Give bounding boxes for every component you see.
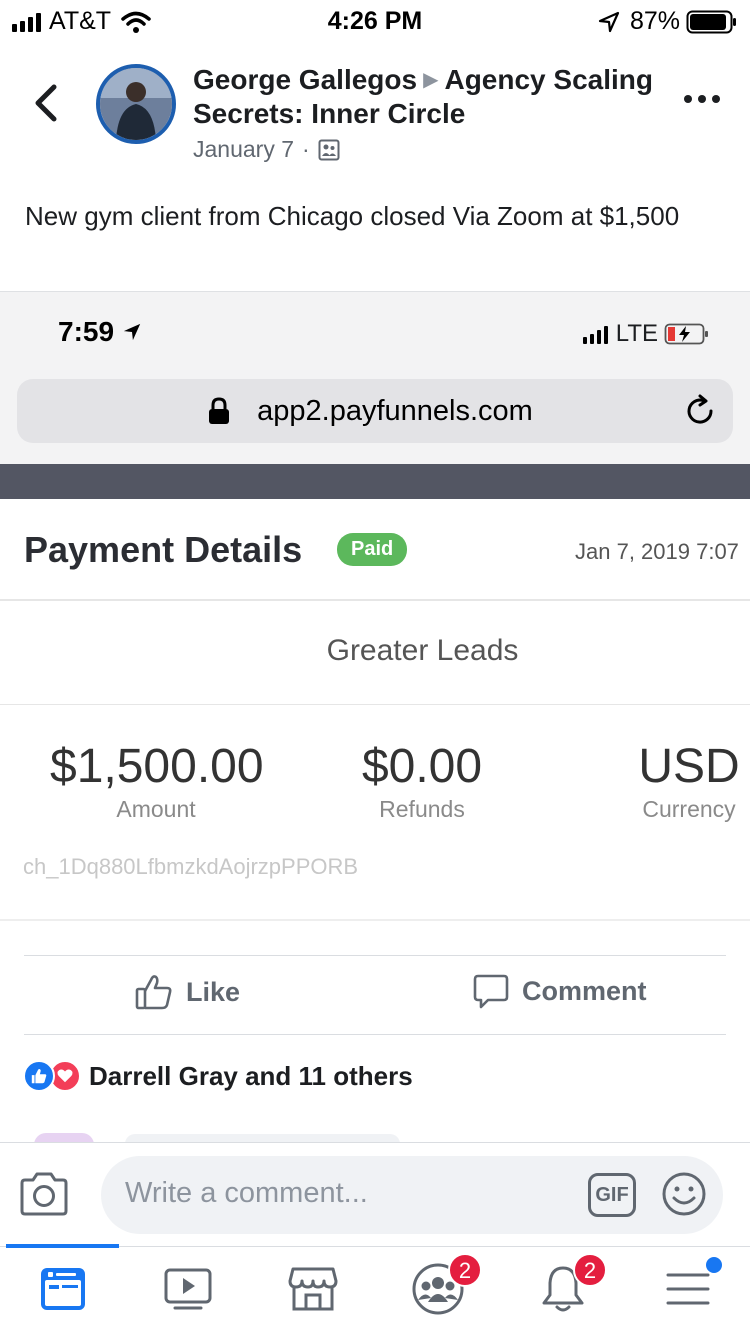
- charge-id: ch_1Dq880LfbmzkdAojrzpPPORB: [23, 854, 359, 879]
- image-url-bar: app2.payfunnels.com: [17, 379, 733, 443]
- notifications-badge: 2: [573, 1253, 607, 1287]
- video-icon: [164, 1268, 212, 1310]
- divider: [0, 599, 750, 601]
- location-arrow-icon: [123, 323, 141, 341]
- divider: [0, 704, 750, 705]
- currency-value: USD: [638, 740, 740, 793]
- post-header: George Gallegos ▶ Agency Scaling Secrets: …: [0, 55, 750, 175]
- post-meta: January 7 ·: [193, 136, 340, 163]
- refunds-value: $0.00: [361, 740, 483, 793]
- nav-menu[interactable]: [658, 1257, 722, 1319]
- image-status-time: 7:59: [58, 316, 142, 348]
- amount-label: Amount: [116, 796, 196, 822]
- signal-icon: [582, 324, 608, 344]
- post-image[interactable]: 7:59 LTE app2.payfunnels.com Payment Det…: [0, 291, 750, 934]
- location-arrow-icon: [598, 11, 620, 32]
- shop-icon: [288, 1267, 338, 1311]
- refunds-stat: $0.00 Refunds: [352, 739, 492, 823]
- network-label: LTE: [615, 320, 658, 347]
- payment-title: Payment Details: [24, 529, 303, 570]
- paid-badge: Paid: [337, 533, 408, 566]
- back-chevron-icon[interactable]: [30, 83, 64, 123]
- battery-charging-icon: [664, 323, 708, 345]
- nav-groups[interactable]: 2: [408, 1253, 482, 1319]
- nav-marketplace[interactable]: [283, 1259, 343, 1319]
- image-url-text: app2.payfunnels.com: [257, 395, 533, 427]
- groups-badge: 2: [448, 1253, 482, 1287]
- bottom-nav: 2 2: [0, 1244, 750, 1334]
- reactions-text: Darrell Gray and 11 others: [89, 1060, 413, 1091]
- comment-composer: Write a comment... GIF: [0, 1142, 750, 1246]
- nav-notifications[interactable]: 2: [533, 1253, 607, 1319]
- battery-icon: [686, 10, 736, 33]
- comment-button[interactable]: Comment: [472, 972, 647, 1010]
- like-button[interactable]: Like: [134, 972, 240, 1012]
- payment-date: Jan 7, 2019 7:07: [575, 539, 739, 564]
- reload-icon: [687, 394, 713, 424]
- refunds-label: Refunds: [379, 796, 465, 822]
- divider: [0, 919, 750, 921]
- meta-separator: ·: [302, 136, 310, 162]
- currency-stat: USD Currency: [630, 739, 748, 823]
- author-avatar[interactable]: [96, 64, 176, 144]
- battery-percent: 87%: [629, 7, 680, 35]
- merchant-name: Greater Leads: [326, 634, 519, 667]
- comment-icon: [473, 974, 509, 1009]
- payment-details-card: Payment Details Paid Jan 7, 2019 7:07 Gr…: [0, 499, 750, 929]
- camera-icon[interactable]: [18, 1171, 70, 1217]
- avatar-photo: [100, 68, 172, 140]
- post-date[interactable]: January 7: [193, 136, 294, 163]
- hamburger-menu-icon: [666, 1273, 710, 1305]
- comment-input[interactable]: Write a comment... GIF: [101, 1156, 723, 1234]
- author-name[interactable]: George Gallegos: [193, 64, 417, 95]
- group-privacy-icon: [318, 139, 340, 160]
- status-right: 87%: [598, 7, 738, 36]
- divider: [24, 955, 726, 956]
- nav-news-feed[interactable]: [33, 1259, 93, 1319]
- image-dark-header: [0, 464, 750, 500]
- amount-value: $1,500.00: [50, 740, 264, 793]
- like-label: Like: [186, 976, 241, 1007]
- image-browser-chrome: 7:59 LTE app2.payfunnels.com: [0, 292, 750, 464]
- image-status-right: LTE: [582, 320, 710, 348]
- reactions-summary[interactable]: Darrell Gray and 11 others: [23, 1060, 413, 1092]
- emoji-icon[interactable]: [661, 1171, 707, 1217]
- comment-placeholder: Write a comment...: [125, 1177, 368, 1209]
- more-options-icon[interactable]: [684, 95, 720, 103]
- thumbs-up-icon: [135, 975, 172, 1010]
- currency-label: Currency: [642, 796, 736, 822]
- news-feed-icon: [41, 1268, 85, 1310]
- amount-stat: $1,500.00 Amount: [50, 739, 264, 823]
- divider: [24, 1034, 726, 1035]
- nav-watch[interactable]: [158, 1259, 218, 1319]
- active-tab-indicator: [6, 1244, 119, 1248]
- post-title: George Gallegos ▶ Agency Scaling Secrets: …: [193, 63, 663, 131]
- gif-button[interactable]: GIF: [588, 1173, 636, 1217]
- arrow-right-icon: ▶: [423, 69, 439, 91]
- comment-label: Comment: [522, 975, 647, 1006]
- status-bar: AT&T 4:26 PM 87%: [0, 0, 750, 40]
- post-text: New gym client from Chicago closed Via Z…: [25, 201, 680, 231]
- menu-notification-dot: [706, 1257, 722, 1273]
- like-reaction-icon: [23, 1060, 55, 1092]
